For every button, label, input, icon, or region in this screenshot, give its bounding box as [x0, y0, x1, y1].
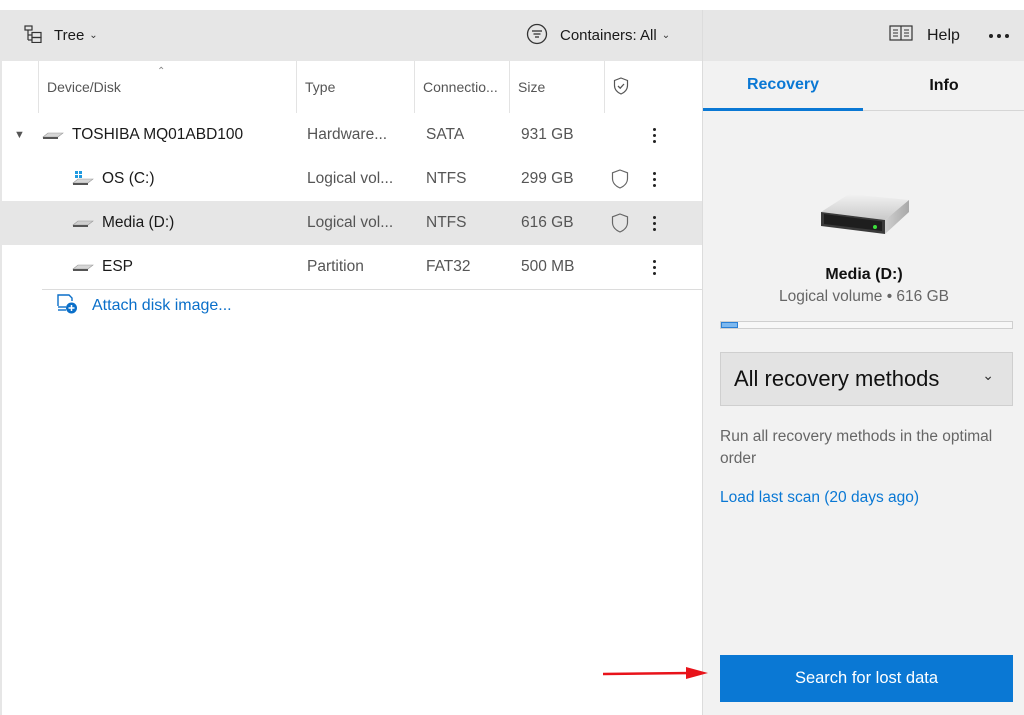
column-size[interactable]: Size [509, 61, 604, 113]
device-connection: SATA [426, 126, 465, 143]
device-type: Hardware... [307, 126, 388, 143]
kebab-menu-icon [649, 171, 659, 187]
column-type[interactable]: Type [296, 61, 414, 113]
device-size: 931 GB [521, 126, 574, 143]
device-list: ▼ TOSHIBA MQ01ABD100 Hardware... SATA 93… [2, 113, 702, 290]
containers-filter-label: Containers: All [560, 27, 657, 44]
device-size: 500 MB [521, 258, 575, 275]
device-type: Logical vol... [307, 170, 394, 187]
top-strip [0, 0, 1024, 10]
main-toolbar: Tree ⌄ Containers: All ⌄ [2, 10, 702, 61]
list-divider [42, 289, 702, 290]
containers-filter-dropdown[interactable]: Containers: All ⌄ [526, 10, 670, 61]
selected-drive-details: Logical volume • 616 GB [779, 288, 949, 305]
drive-usage-bar [720, 321, 1013, 329]
kebab-menu-icon [649, 259, 659, 275]
shield-icon[interactable] [611, 157, 629, 201]
view-mode-label: Tree [54, 27, 85, 44]
device-row[interactable]: OS (C:) Logical vol... NTFS 299 GB [2, 157, 702, 201]
help-button[interactable]: Help [889, 10, 960, 61]
column-header-row: ⌃ Device/Disk Type Connectio... Size [2, 61, 702, 113]
device-row-selected[interactable]: Media (D:) Logical vol... NTFS 616 GB [2, 201, 702, 245]
attach-disk-image-label: Attach disk image... [92, 296, 232, 314]
row-menu-button[interactable] [649, 113, 659, 157]
column-device-disk[interactable]: ⌃ Device/Disk [38, 61, 296, 113]
view-mode-dropdown[interactable]: Tree ⌄ [24, 10, 98, 61]
sort-ascending-icon: ⌃ [157, 66, 166, 77]
kebab-menu-icon [649, 215, 659, 231]
device-type: Partition [307, 258, 364, 275]
selected-drive-name: Media (D:) [825, 266, 903, 283]
recovery-method-description: Run all recovery methods in the optimal … [720, 428, 993, 467]
hard-drive-icon [42, 113, 64, 157]
shield-check-icon [613, 76, 629, 98]
selected-drive-icon [819, 192, 911, 241]
device-connection: NTFS [426, 170, 467, 187]
device-name: ESP [102, 258, 134, 275]
filter-icon [526, 23, 548, 49]
chevron-down-icon: ⌄ [982, 367, 994, 383]
device-name: OS (C:) [102, 170, 155, 187]
device-name: TOSHIBA MQ01ABD100 [72, 126, 244, 143]
chevron-down-icon: ⌄ [661, 30, 671, 41]
details-pane: Help Recovery Info Media (D:) Logical vo… [702, 10, 1024, 715]
search-for-lost-data-button[interactable]: Search for lost data [720, 655, 1013, 702]
device-size: 616 GB [521, 214, 574, 231]
device-row[interactable]: ESP Partition FAT32 500 MB [2, 245, 702, 289]
drive-icon [72, 201, 94, 245]
kebab-menu-icon [649, 127, 659, 143]
column-protection[interactable] [604, 61, 702, 113]
recovery-method-value: All recovery methods [734, 366, 940, 391]
annotation-arrow-icon [602, 666, 712, 685]
tab-info[interactable]: Info [863, 61, 1024, 111]
device-row[interactable]: ▼ TOSHIBA MQ01ABD100 Hardware... SATA 93… [2, 113, 702, 157]
attach-disk-image-link[interactable]: Attach disk image... [56, 292, 232, 319]
more-horizontal-icon [989, 33, 1009, 38]
column-label: Type [305, 79, 336, 95]
help-label: Help [927, 26, 960, 44]
tab-recovery[interactable]: Recovery [703, 61, 863, 111]
shield-icon[interactable] [611, 201, 629, 245]
device-type: Logical vol... [307, 214, 394, 231]
expand-triangle-icon[interactable]: ▼ [14, 113, 25, 157]
tree-view-icon [24, 24, 42, 47]
panel-tabs: Recovery Info [703, 61, 1024, 111]
windows-drive-icon [72, 157, 94, 201]
row-menu-button[interactable] [649, 157, 659, 201]
device-connection: NTFS [426, 214, 467, 231]
load-last-scan-link[interactable]: Load last scan (20 days ago) [720, 489, 919, 507]
drive-icon [72, 245, 94, 289]
device-connection: FAT32 [426, 258, 471, 275]
column-label: Device/Disk [47, 79, 121, 95]
right-toolbar: Help [703, 10, 1024, 61]
drive-usage-fill [721, 322, 739, 328]
chevron-down-icon: ⌄ [89, 30, 98, 41]
recovery-method-select[interactable]: All recovery methods ⌄ [720, 352, 1013, 406]
device-name: Media (D:) [102, 214, 175, 231]
book-icon [889, 24, 913, 47]
column-label: Size [518, 79, 546, 95]
column-connection[interactable]: Connectio... [414, 61, 509, 113]
more-options-button[interactable] [989, 10, 1009, 61]
device-list-pane: Tree ⌄ Containers: All ⌄ ⌃ Device/Disk T… [0, 10, 702, 715]
attach-disk-image-icon [56, 292, 78, 319]
row-menu-button[interactable] [649, 245, 659, 289]
column-label: Connectio... [423, 79, 498, 95]
row-menu-button[interactable] [649, 201, 659, 245]
device-size: 299 GB [521, 170, 574, 187]
